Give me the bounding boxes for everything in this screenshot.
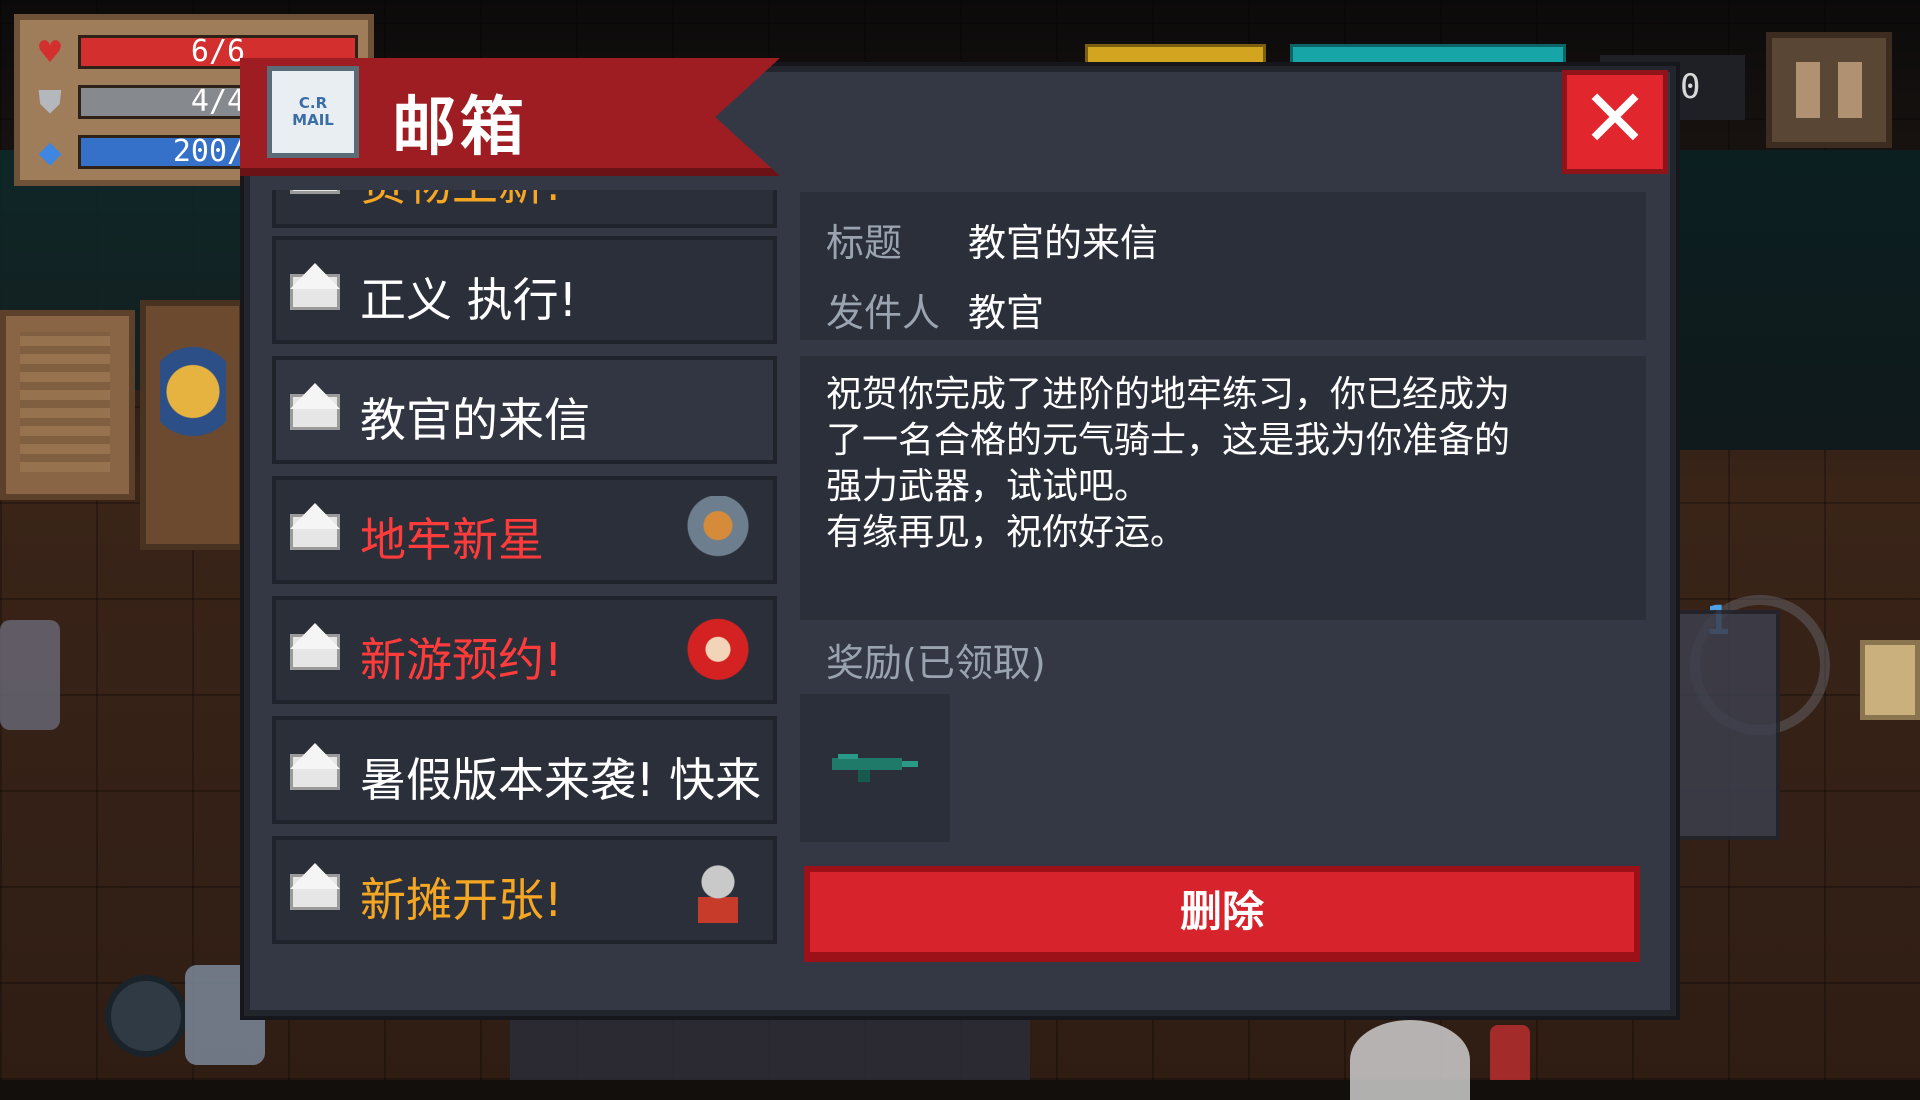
pot-object bbox=[105, 975, 187, 1057]
mail-item-label: 货物上新! bbox=[360, 190, 562, 214]
mail-icon-text-2: MAIL bbox=[292, 111, 334, 129]
mail-item-2[interactable]: 教官的来信 bbox=[272, 356, 777, 464]
envelope-icon bbox=[290, 514, 340, 550]
shield-icon: ⛊ bbox=[38, 84, 62, 120]
hieroglyph-tablet bbox=[0, 310, 135, 500]
potion-bottle bbox=[1490, 1025, 1530, 1080]
cat-merchant-icon bbox=[683, 856, 753, 930]
mail-item-6[interactable]: 新摊开张! bbox=[272, 836, 777, 944]
title-key: 标题 bbox=[826, 221, 903, 265]
mail-icon-text-1: C.R bbox=[298, 94, 328, 112]
mail-icon: C.R MAIL bbox=[267, 66, 359, 158]
mail-item-4[interactable]: 新游预约! bbox=[272, 596, 777, 704]
mail-item-label: 教官的来信 bbox=[360, 393, 590, 447]
mail-item-1[interactable]: 正义 执行! bbox=[272, 236, 777, 344]
boss-bar-yellow bbox=[1085, 44, 1266, 68]
envelope-icon bbox=[290, 634, 340, 670]
mail-item-label: 新摊开张! bbox=[360, 873, 563, 927]
mail-item-label: 暑假版本来袭! 快来 bbox=[360, 753, 762, 807]
title-value: 教官的来信 bbox=[968, 221, 1159, 265]
pause-button[interactable] bbox=[1766, 32, 1892, 148]
pause-icon-left bbox=[1796, 62, 1820, 118]
envelope-icon bbox=[290, 190, 340, 194]
delete-button[interactable]: 删除 bbox=[804, 866, 1640, 962]
dungeon-wall-right bbox=[1660, 150, 1920, 450]
reward-slot[interactable] bbox=[800, 694, 950, 842]
floor-blob bbox=[1350, 1020, 1470, 1100]
pharaoh-statue bbox=[140, 300, 245, 550]
reward-label: 奖励(已领取) bbox=[826, 641, 1046, 685]
close-button[interactable]: ✕ bbox=[1562, 70, 1668, 174]
heart-icon: ♥ bbox=[36, 34, 64, 70]
floor-objects bbox=[510, 1010, 1030, 1080]
page-title: 邮箱 bbox=[392, 91, 528, 165]
npc-character bbox=[0, 620, 60, 730]
weapon-swap-button[interactable] bbox=[1860, 640, 1920, 720]
player-character bbox=[1670, 610, 1780, 840]
mail-list[interactable]: 货物上新! 正义 执行! 教官的来信 地牢新星 新游预约! 暑假版本来袭! 快来… bbox=[272, 190, 777, 960]
envelope-icon bbox=[290, 754, 340, 790]
mail-item-label: 正义 执行! bbox=[360, 273, 578, 327]
energy-diamond-icon: ◆ bbox=[38, 134, 62, 170]
envelope-icon bbox=[290, 274, 340, 310]
knight-icon bbox=[683, 496, 753, 570]
mail-item-5[interactable]: 暑假版本来袭! 快来 bbox=[272, 716, 777, 824]
stall-icon bbox=[683, 190, 753, 214]
mail-body-text: 祝贺你完成了进阶的地牢练习，你已经成为 了一名合格的元气骑士，这是我为你准备的 … bbox=[826, 374, 1511, 553]
gun-icon bbox=[832, 754, 918, 782]
mail-item-label: 地牢新星 bbox=[360, 513, 544, 567]
mail-item-3[interactable]: 地牢新星 bbox=[272, 476, 777, 584]
pause-icon-right bbox=[1838, 62, 1862, 118]
mail-item-0[interactable]: 货物上新! bbox=[272, 190, 777, 228]
envelope-icon bbox=[290, 874, 340, 910]
sender-value: 教官 bbox=[968, 291, 1045, 335]
envelope-icon bbox=[290, 394, 340, 430]
girl-avatar-icon bbox=[683, 616, 753, 690]
sender-key: 发件人 bbox=[826, 291, 941, 335]
mail-item-label: 新游预约! bbox=[360, 633, 563, 687]
boss-bar-cyan bbox=[1290, 44, 1566, 68]
